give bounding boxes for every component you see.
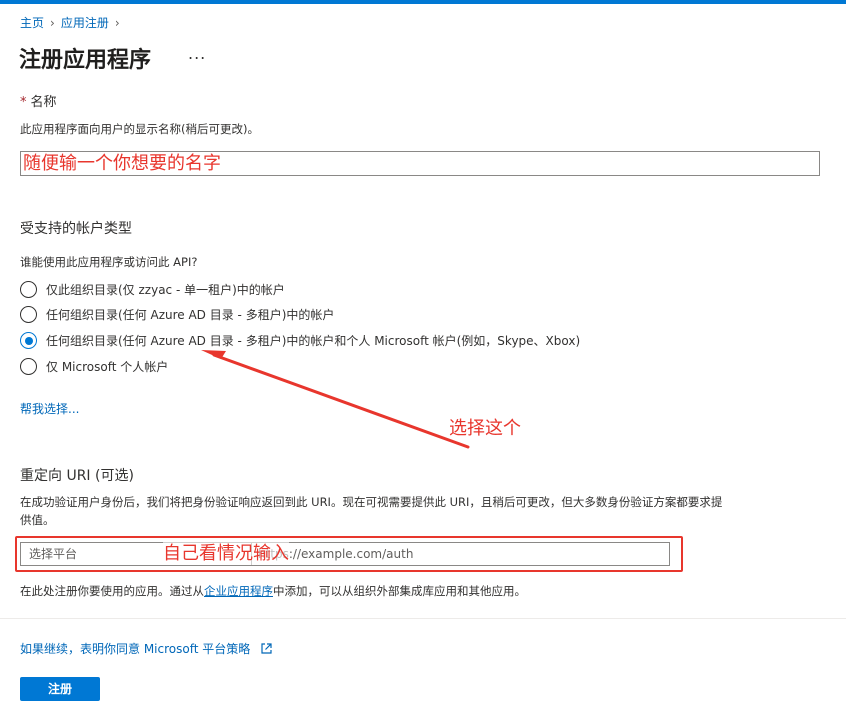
annotation-arrow <box>201 350 470 449</box>
annotation-highlight-box <box>15 536 683 572</box>
register-button[interactable]: 注册 <box>20 677 100 701</box>
redirect-heading: 重定向 URI (可选) <box>20 468 134 484</box>
divider <box>0 618 846 619</box>
external-link-icon[interactable] <box>260 642 273 655</box>
arrow-line <box>212 353 470 449</box>
redirect-description-line1: 在成功验证用户身份后，我们将把身份验证响应返回到此 URI。现在可视需要提供此 … <box>20 495 723 509</box>
policy-row: 如果继续，表明你同意 Microsoft 平台策略 <box>20 640 273 657</box>
redirect-note: 在此处注册你要使用的应用。通过从企业应用程序中添加，可以从组织外部集成库应用和其… <box>20 584 526 598</box>
platform-policy-link[interactable]: 如果继续，表明你同意 Microsoft 平台策略 <box>20 642 250 656</box>
annotation-decide-input: 自己看情况输入 <box>163 539 289 565</box>
enterprise-apps-link[interactable]: 企业应用程序 <box>204 584 273 598</box>
annotation-choose-this: 选择这个 <box>449 418 521 439</box>
redirect-description-line2: 供值。 <box>20 513 55 527</box>
